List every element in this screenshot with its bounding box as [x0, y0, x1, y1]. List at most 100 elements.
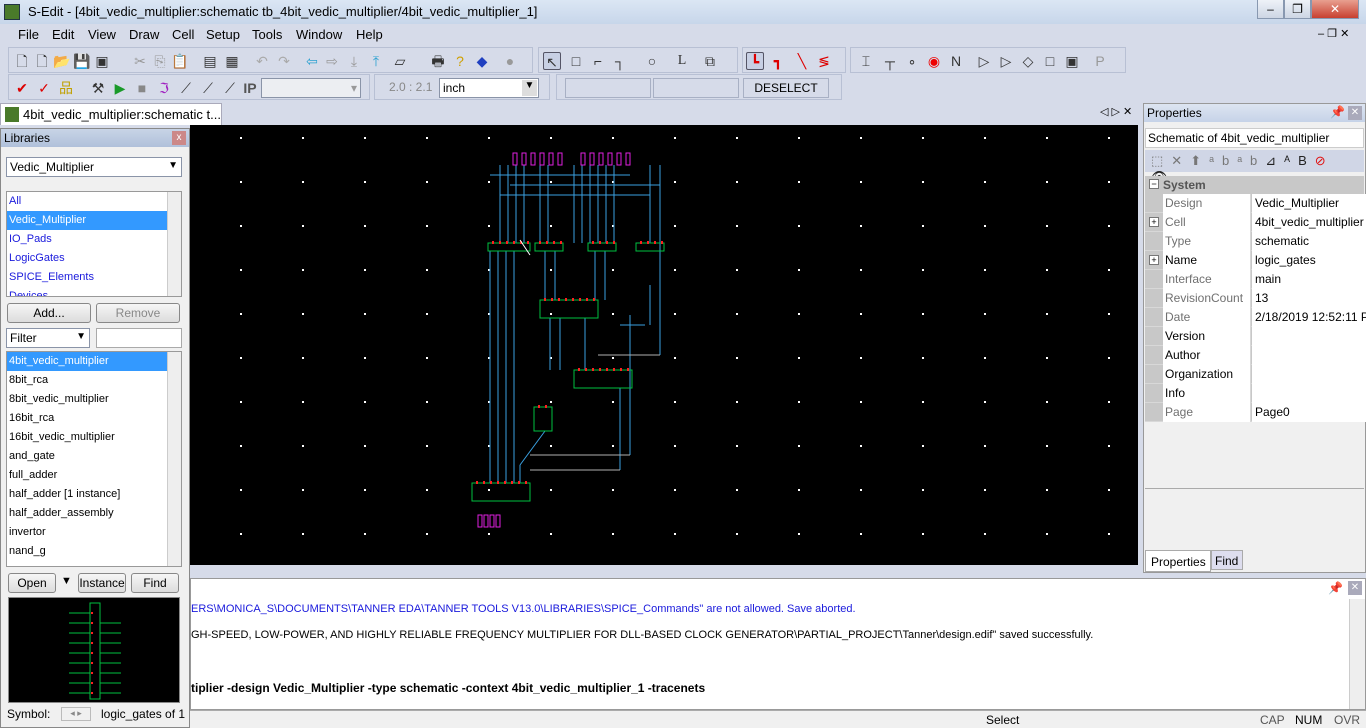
cell-item[interactable]: full_adder — [7, 466, 181, 485]
property-row[interactable]: Interface main — [1145, 270, 1366, 289]
new-icon[interactable]: 🗋 — [13, 52, 31, 70]
property-value[interactable]: Vedic_Multiplier — [1252, 194, 1366, 213]
add-library-button[interactable]: Add... — [7, 303, 91, 323]
save-all-icon[interactable]: ▣ — [93, 52, 111, 70]
redo-icon[interactable]: ↷ — [275, 52, 293, 70]
tab-properties[interactable]: Properties — [1145, 550, 1211, 572]
net-label-icon[interactable]: N — [947, 52, 965, 70]
minimize-button[interactable]: – — [1257, 0, 1284, 19]
tab-scroll-controls[interactable]: ◁ ▷ ✕ — [1100, 105, 1132, 118]
property-row[interactable]: Author — [1145, 346, 1366, 365]
property-row[interactable]: + Cell 4bit_vedic_multiplier — [1145, 213, 1366, 232]
pop-out-icon[interactable]: ⤒ — [367, 52, 385, 70]
property-group-system[interactable]: − System — [1145, 176, 1364, 194]
circle-tool-icon[interactable]: ● — [501, 52, 519, 70]
property-value[interactable]: Page0 — [1252, 403, 1366, 422]
chevron-down-icon[interactable]: ▼ — [522, 80, 537, 96]
menu-cell[interactable]: Cell — [172, 27, 194, 42]
property-value[interactable] — [1252, 346, 1366, 365]
new-view-icon[interactable]: 🗋 — [33, 52, 51, 70]
cell-item[interactable]: half_adder [1 instance] — [7, 485, 181, 504]
open-icon[interactable]: 📂 — [53, 52, 71, 70]
copy-icon[interactable]: ⎘ — [151, 52, 169, 70]
menu-tools[interactable]: Tools — [252, 27, 282, 42]
box-icon[interactable]: □ — [567, 52, 585, 70]
property-row[interactable]: Type schematic — [1145, 232, 1366, 251]
schematic-canvas[interactable] — [190, 125, 1138, 565]
property-row[interactable]: + Name logic_gates — [1145, 251, 1366, 270]
probe-voltage-icon[interactable]: ⟋ — [177, 79, 195, 97]
ellipse-icon[interactable]: ○ — [643, 52, 661, 70]
sort-icon[interactable]: ⊿ — [1265, 153, 1284, 168]
property-row[interactable]: RevisionCount 13 — [1145, 289, 1366, 308]
property-row[interactable]: Organization — [1145, 365, 1366, 384]
wire-diagonal-icon[interactable]: ╲ — [793, 52, 811, 70]
other-port-icon[interactable]: □ — [1041, 52, 1059, 70]
arrange-icon[interactable]: ⧉ — [701, 52, 719, 70]
filter-input[interactable] — [96, 328, 182, 348]
output-scrollbar[interactable] — [1349, 599, 1365, 709]
library-item[interactable]: Devices — [7, 287, 181, 296]
library-list-scrollbar[interactable] — [167, 192, 181, 296]
document-tab[interactable]: 4bit_vedic_multiplier:schematic t... — [0, 103, 222, 125]
symbol-page-stepper[interactable]: ◂ ▸ — [61, 707, 91, 721]
text-format-icon[interactable]: ᴬB — [1284, 153, 1315, 168]
cell-item[interactable]: 16bit_vedic_multiplier — [7, 428, 181, 447]
connection-dot-icon[interactable]: ◉ — [925, 52, 943, 70]
book-icon[interactable]: ◆ — [473, 52, 491, 70]
tab-find[interactable]: Find — [1211, 550, 1243, 570]
property-value[interactable] — [1252, 327, 1366, 346]
probe-charge-icon[interactable]: ⟋ — [221, 79, 239, 97]
bidir-port-icon[interactable]: ◇ — [1019, 52, 1037, 70]
check-all-icon[interactable]: ✔ — [13, 79, 31, 97]
menu-edit[interactable]: Edit — [52, 27, 74, 42]
run-simulation-icon[interactable]: ▶ — [111, 79, 129, 97]
property-value[interactable] — [1252, 384, 1366, 403]
property-value[interactable]: 13 — [1252, 289, 1366, 308]
cell-item[interactable]: half_adder_assembly — [7, 504, 181, 523]
paste-icon[interactable]: 📋 — [171, 52, 189, 70]
stop-icon[interactable]: ■ — [133, 79, 151, 97]
mdi-controls[interactable]: – ❐ ✕ — [1318, 27, 1349, 40]
remove-library-button[interactable]: Remove — [96, 303, 180, 323]
cell-item[interactable]: 8bit_vedic_multiplier — [7, 390, 181, 409]
net-icon[interactable]: ∘ — [903, 52, 921, 70]
out-port-icon[interactable]: ▷ — [997, 52, 1015, 70]
find-cell-button[interactable]: Find — [131, 573, 179, 593]
waveform-icon[interactable]: ℑ — [155, 79, 173, 97]
wire-icon[interactable]: ┓ — [769, 52, 787, 70]
deselect-button[interactable]: DESELECT — [743, 78, 829, 98]
menu-file[interactable]: File — [18, 27, 39, 42]
library-select[interactable]: Vedic_Multiplier ▼ — [6, 157, 182, 177]
rename-icon[interactable]: ᵃb — [1209, 153, 1237, 168]
wire-orthogonal-icon[interactable]: ┗ — [746, 52, 764, 70]
property-value[interactable]: 2/18/2019 12:52:11 PM — [1252, 308, 1366, 327]
cell-item[interactable]: nand_g — [7, 542, 181, 561]
check-icon[interactable]: ✓ — [35, 79, 53, 97]
property-tool-icon[interactable]: P — [1091, 52, 1109, 70]
library-item[interactable]: All — [7, 192, 181, 211]
push-into-icon[interactable]: ⤓ — [345, 52, 363, 70]
library-item[interactable]: IO_Pads — [7, 230, 181, 249]
menu-setup[interactable]: Setup — [206, 27, 240, 42]
close-properties-button[interactable]: ✕ — [1348, 106, 1362, 120]
line-icon[interactable]: ┐ — [611, 52, 629, 70]
select-arrow-icon[interactable]: ↖ — [543, 52, 561, 70]
wire-any-angle-icon[interactable]: ≶ — [815, 52, 833, 70]
cell-list-scrollbar[interactable] — [167, 352, 181, 566]
back-icon[interactable]: ⇦ — [303, 52, 321, 70]
close-libraries-button[interactable]: x — [172, 131, 186, 145]
property-value[interactable]: main — [1252, 270, 1366, 289]
export-icon[interactable]: ▱ — [391, 52, 409, 70]
close-output-button[interactable]: ✕ — [1348, 581, 1362, 595]
collapse-icon[interactable]: − — [1149, 179, 1159, 189]
property-value[interactable]: logic_gates — [1252, 251, 1366, 270]
forward-icon[interactable]: ⇨ — [323, 52, 341, 70]
pin-icon[interactable]: 📌 — [1330, 105, 1345, 119]
maximize-button[interactable]: ❐ — [1284, 0, 1311, 19]
cell-item[interactable]: 16bit_rca — [7, 409, 181, 428]
library-item[interactable]: Vedic_Multiplier — [7, 211, 181, 230]
hide-icon[interactable]: ⊘ — [1315, 153, 1334, 168]
global-port-icon[interactable]: ▣ — [1063, 52, 1081, 70]
print-icon[interactable]: 🖶 — [429, 52, 447, 70]
